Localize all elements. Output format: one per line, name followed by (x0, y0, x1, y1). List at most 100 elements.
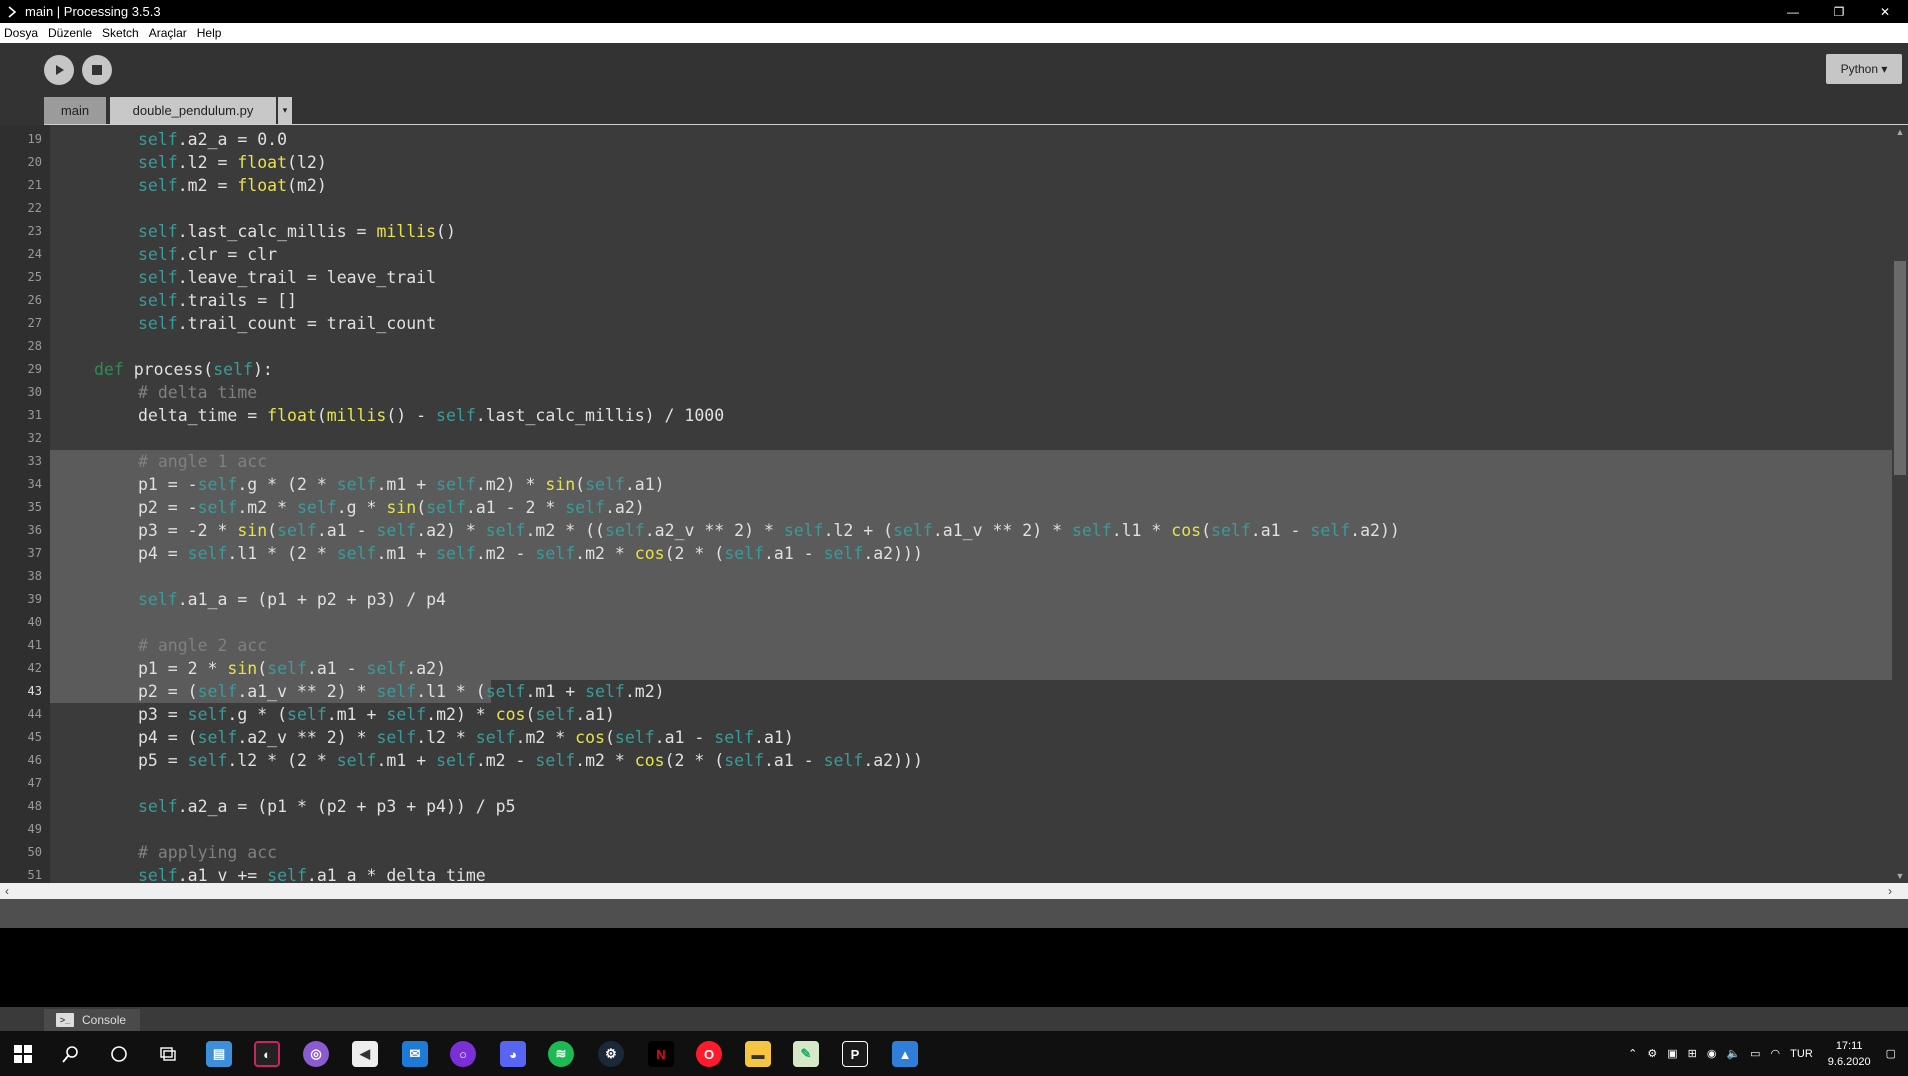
code-line[interactable]: 22 (0, 197, 1892, 220)
language-indicator[interactable]: TUR (1790, 1048, 1813, 1060)
line-number: 33 (27, 454, 42, 468)
line-number: 48 (27, 799, 42, 813)
code-editor[interactable]: 19 self.a2_a = 0.0 20 self.l2 = float(l2) 21… (0, 125, 1908, 883)
netflix-icon[interactable]: N (648, 1041, 674, 1067)
tab-main[interactable]: main (44, 97, 106, 124)
code-line[interactable]: 43 p2 = (self.a1_v ** 2) * self.l1 * (sel… (0, 680, 1892, 703)
code-line[interactable]: 23 self.last_calc_millis = millis() (0, 220, 1892, 243)
app-icon[interactable]: ◎ (303, 1041, 329, 1067)
scroll-down-icon[interactable]: ▼ (1892, 871, 1908, 881)
code-line[interactable]: 40 (0, 611, 1892, 634)
app-tray-icon[interactable]: ◉ (1707, 1047, 1717, 1060)
code-line[interactable]: 24 self.clr = clr (0, 243, 1892, 266)
notepad-icon[interactable]: ✎ (793, 1041, 819, 1067)
code-text: p2 = (self.a1_v ** 2) * self.l1 * (self.… (138, 682, 665, 701)
search-icon[interactable] (56, 1039, 86, 1069)
code-line[interactable]: 25 self.leave_trail = leave_trail (0, 266, 1892, 289)
menu-dosya[interactable]: Dosya (0, 23, 43, 43)
code-line[interactable]: 47 (0, 772, 1892, 795)
code-line[interactable]: 39 self.a1_a = (p1 + p2 + p3) / p4 (0, 588, 1892, 611)
cortana-icon[interactable] (104, 1039, 134, 1069)
stop-button[interactable] (82, 55, 112, 85)
app-icon[interactable]: ○ (450, 1041, 476, 1067)
code-line[interactable]: 19 self.a2_a = 0.0 (0, 128, 1892, 151)
code-line[interactable]: 49 (0, 818, 1892, 841)
code-line[interactable]: 37 p4 = self.l1 * (2 * self.m1 + self.m2 … (0, 542, 1892, 565)
code-line[interactable]: 48 self.a2_a = (p1 * (p2 + p3 + p4)) / p5 (0, 795, 1892, 818)
code-line[interactable]: 31 delta_time = float(millis() - self.las… (0, 404, 1892, 427)
scroll-left-icon[interactable]: ‹ (5, 883, 9, 899)
app-icon[interactable]: ◐ (254, 1041, 280, 1067)
code-line[interactable]: 30 # delta time (0, 381, 1892, 404)
spotify-icon[interactable]: ≋ (548, 1041, 574, 1067)
tab-menu-dropdown[interactable]: ▾ (278, 97, 292, 124)
maximize-button[interactable]: ❐ (1816, 0, 1862, 23)
code-line[interactable]: 45 p4 = (self.a2_v ** 2) * self.l2 * self… (0, 726, 1892, 749)
opera-icon[interactable]: O (696, 1041, 722, 1067)
menu-help[interactable]: Help (192, 23, 227, 43)
minimize-button[interactable]: — (1770, 0, 1816, 23)
steam-icon[interactable]: ⚙ (598, 1041, 624, 1067)
close-button[interactable]: ✕ (1862, 0, 1908, 23)
code-line[interactable]: 35 p2 = -self.m2 * self.g * sin(self.a1 -… (0, 496, 1892, 519)
clock[interactable]: 17:11 9.6.2020 (1828, 1038, 1871, 1070)
run-button[interactable] (44, 55, 74, 85)
scroll-right-icon[interactable]: › (1888, 883, 1892, 899)
code-line[interactable]: 33 # angle 1 acc (0, 450, 1892, 473)
vscode-icon[interactable]: ◀ (352, 1041, 378, 1067)
tab-double-pendulum[interactable]: double_pendulum.py (110, 97, 276, 124)
processing-icon[interactable]: P (842, 1041, 868, 1067)
discord-icon[interactable]: ◕ (500, 1041, 526, 1067)
code-text: self.last_calc_millis = millis() (138, 222, 456, 241)
code-text: self.a1_v += self.a1_a * delta_time (138, 866, 486, 883)
line-number: 39 (27, 592, 42, 606)
chevron-up-icon[interactable]: ⌃ (1628, 1047, 1637, 1060)
app-tray-icon[interactable]: ▣ (1667, 1047, 1677, 1060)
code-line[interactable]: 26 self.trails = [] (0, 289, 1892, 312)
code-line[interactable]: 32 (0, 427, 1892, 450)
line-number: 47 (27, 776, 42, 790)
horizontal-scrollbar[interactable]: ‹ › (0, 883, 1908, 899)
code-line[interactable]: 27 self.trail_count = trail_count (0, 312, 1892, 335)
network-icon[interactable]: ▭ (1750, 1047, 1760, 1060)
code-line[interactable]: 38 (0, 565, 1892, 588)
app-tray-icon[interactable]: ⊞ (1688, 1047, 1697, 1060)
console-tab-label: Console (82, 1013, 127, 1027)
scrollbar-thumb[interactable] (1894, 261, 1906, 475)
code-text: self.l2 = float(l2) (138, 153, 327, 172)
code-line[interactable]: 46 p5 = self.l2 * (2 * self.m1 + self.m2 … (0, 749, 1892, 772)
explorer-app-icon[interactable]: ▤ (206, 1041, 232, 1067)
code-line[interactable]: 41 # angle 2 acc (0, 634, 1892, 657)
console-icon: >_ (56, 1013, 74, 1027)
code-line[interactable]: 42 p1 = 2 * sin(self.a1 - self.a2) (0, 657, 1892, 680)
code-line[interactable]: 29 def process(self): (0, 358, 1892, 381)
code-line[interactable]: 51 self.a1_v += self.a1_a * delta_time (0, 864, 1892, 883)
volume-icon[interactable]: 🔈 (1726, 1047, 1740, 1060)
code-line[interactable]: 28 (0, 335, 1892, 358)
mode-selector[interactable]: Python ▾ (1826, 54, 1902, 84)
code-line[interactable]: 20 self.l2 = float(l2) (0, 151, 1892, 174)
task-view-icon[interactable] (153, 1039, 183, 1069)
stop-icon (92, 65, 102, 75)
menu-sketch[interactable]: Sketch (97, 23, 144, 43)
vertical-scrollbar[interactable]: ▲ ▼ (1892, 125, 1908, 883)
windows-start-icon[interactable] (8, 1039, 38, 1069)
code-line[interactable]: 21 self.m2 = float(m2) (0, 174, 1892, 197)
code-line[interactable]: 50 # applying acc (0, 841, 1892, 864)
code-text: # applying acc (138, 843, 278, 862)
console-area[interactable] (0, 928, 1908, 1007)
code-line[interactable]: 34 p1 = -self.g * (2 * self.m1 + self.m2)… (0, 473, 1892, 496)
mail-icon[interactable]: ✉ (402, 1041, 428, 1067)
photos-icon[interactable]: ▲ (892, 1041, 918, 1067)
code-line[interactable]: 44 p3 = self.g * (self.m1 + self.m2) * co… (0, 703, 1892, 726)
menu-duzenle[interactable]: Düzenle (43, 23, 97, 43)
steam-tray-icon[interactable]: ⚙ (1647, 1047, 1657, 1060)
code-line[interactable]: 36 p3 = -2 * sin(self.a1 - self.a2) * sel… (0, 519, 1892, 542)
menu-araclar[interactable]: Araçlar (144, 23, 192, 43)
notification-icon[interactable]: ▢ (1886, 1047, 1896, 1060)
wifi-icon[interactable]: ◠ (1771, 1047, 1781, 1060)
console-tab[interactable]: >_ Console (44, 1009, 140, 1031)
code-text: self.leave_trail = leave_trail (138, 268, 437, 287)
file-explorer-icon[interactable]: ▬ (745, 1041, 771, 1067)
scroll-up-icon[interactable]: ▲ (1892, 127, 1908, 137)
